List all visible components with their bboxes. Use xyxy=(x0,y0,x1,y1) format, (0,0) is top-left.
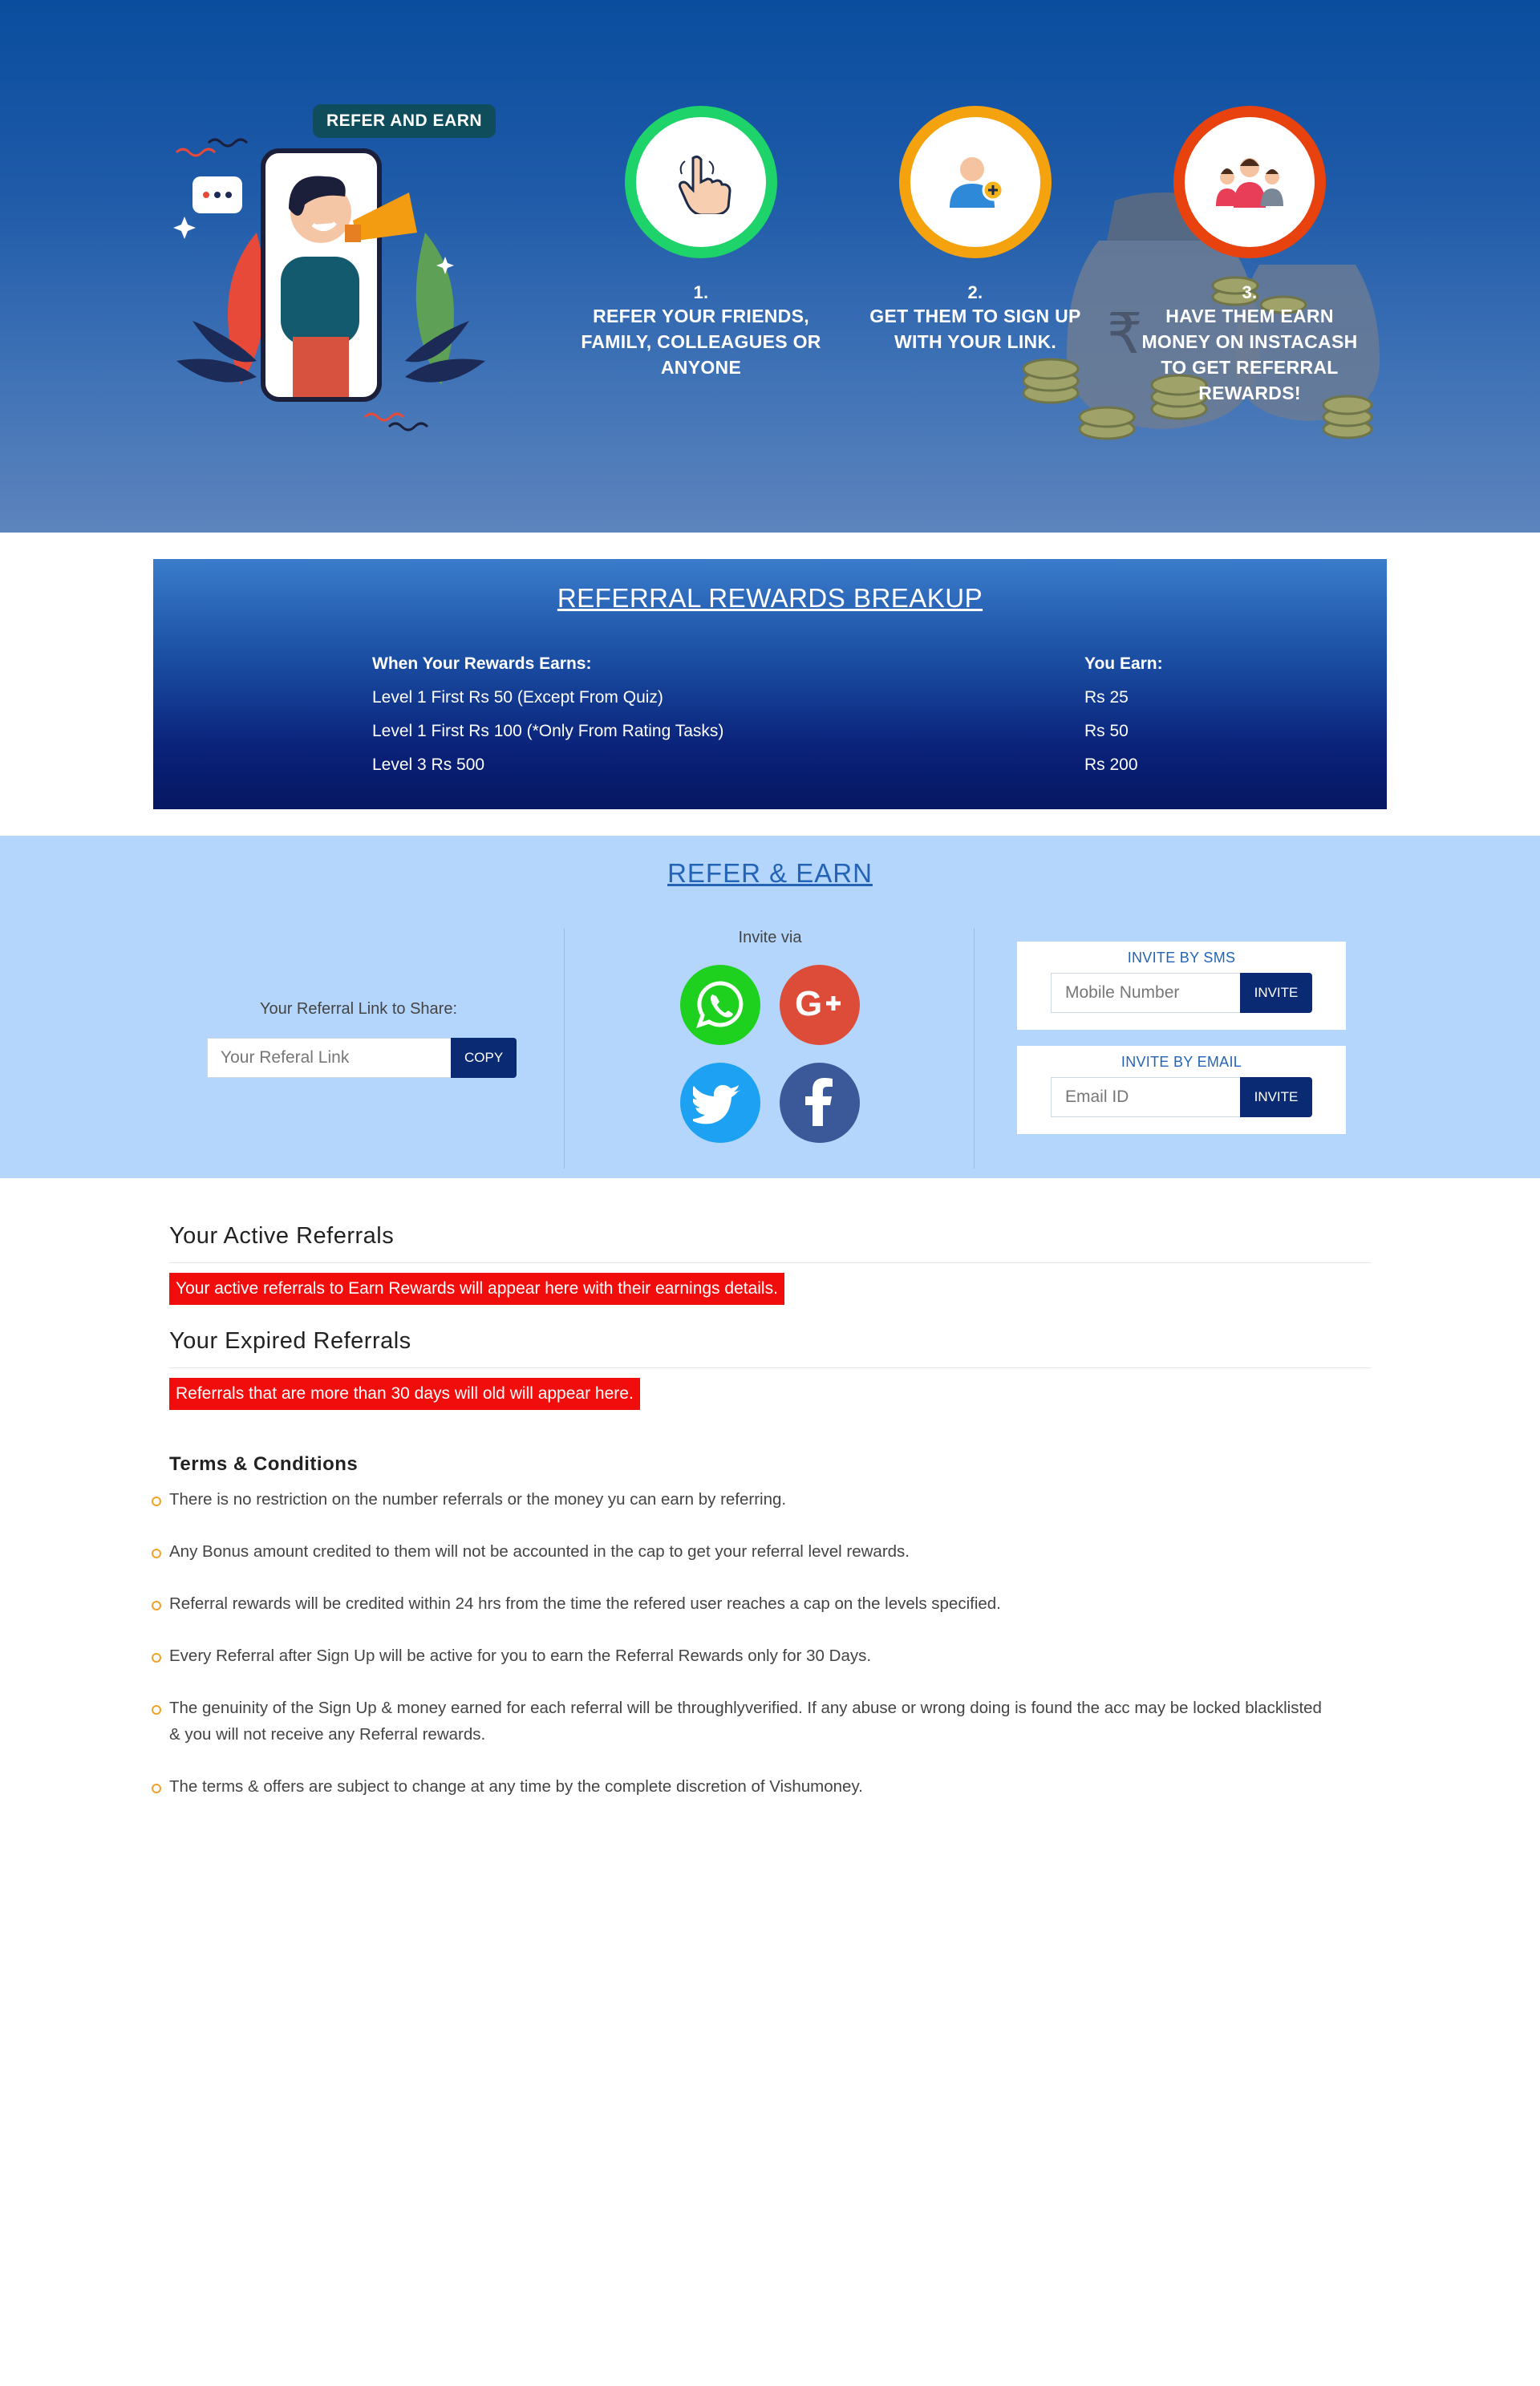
invite-email-row: INVITE xyxy=(1051,1077,1312,1117)
divider xyxy=(169,1367,1371,1368)
list-item: Every Referral after Sign Up will be act… xyxy=(152,1643,1324,1669)
group-icon xyxy=(1216,158,1283,208)
list-item: Any Bonus amount credited to them will n… xyxy=(152,1538,1324,1565)
row-earn: Rs 25 xyxy=(1084,688,1129,707)
table-row: Level 1 First Rs 100 (*Only From Rating … xyxy=(372,715,1163,748)
invite-via-label: Invite via xyxy=(738,929,802,946)
step-1-text: REFER YOUR FRIENDS, FAMILY, COLLEAGUES O… xyxy=(581,306,821,378)
table-header-row: When Your Rewards Earns: You Earn: xyxy=(372,647,1163,681)
twitter-button[interactable] xyxy=(680,1063,760,1143)
expired-referrals-note: Referrals that are more than 30 days wil… xyxy=(169,1378,640,1410)
step-3-circle xyxy=(1173,106,1326,258)
invite-sms-button[interactable]: INVITE xyxy=(1240,973,1312,1013)
facebook-icon xyxy=(805,1078,833,1126)
divider xyxy=(169,1262,1371,1263)
pointer-hand-icon xyxy=(679,155,732,214)
svg-text:G: G xyxy=(795,984,822,1023)
whatsapp-button[interactable] xyxy=(680,965,760,1045)
step-earn: 3. HAVE THEM EARN MONEY ON INSTACASH TO … xyxy=(1129,106,1370,406)
rewards-table: When Your Rewards Earns: You Earn: Level… xyxy=(372,647,1163,782)
step-1-circle xyxy=(625,106,777,258)
invite-sms-title: INVITE BY SMS xyxy=(1127,950,1236,966)
refer-and-earn-tag: REFER AND EARN xyxy=(313,104,496,138)
invite-email-button[interactable]: INVITE xyxy=(1240,1077,1312,1117)
add-user-icon xyxy=(950,157,1004,208)
referral-link-input[interactable] xyxy=(207,1038,451,1078)
step-2-text: GET THEM TO SIGN UP WITH YOUR LINK. xyxy=(869,306,1081,352)
referral-link-label: Your Referral Link to Share: xyxy=(259,1000,458,1018)
social-buttons: G xyxy=(674,965,866,1143)
invite-sms-row: INVITE xyxy=(1051,973,1312,1013)
terms-list: There is no restriction on the number re… xyxy=(152,1486,1324,1825)
terms-title: Terms & Conditions xyxy=(169,1453,359,1475)
step-signup: 2. GET THEM TO SIGN UP WITH YOUR LINK. xyxy=(855,106,1096,354)
whatsapp-icon xyxy=(696,981,744,1028)
active-referrals-title: Your Active Referrals xyxy=(169,1223,395,1249)
refer-earn-section: REFER & EARN Your Referral Link to Share… xyxy=(0,836,1540,1178)
rewards-breakup-panel: REFERRAL REWARDS BREAKUP When Your Rewar… xyxy=(153,559,1387,809)
step-2-circle xyxy=(899,106,1052,258)
refer-earn-title: REFER & EARN xyxy=(667,858,873,888)
hero-banner: REFER AND EARN ₹ 1. REFER YOUR FRIENDS, … xyxy=(0,0,1540,533)
row-condition: Level 3 Rs 500 xyxy=(372,755,485,774)
header-earn: You Earn: xyxy=(1084,654,1163,673)
divider xyxy=(564,928,565,1169)
row-earn: Rs 50 xyxy=(1084,722,1129,740)
header-condition: When Your Rewards Earns: xyxy=(372,654,592,673)
invite-email-card: INVITE BY EMAIL INVITE xyxy=(1017,1046,1346,1134)
referral-link-block: Your Referral Link to Share: COPY xyxy=(207,1000,517,1078)
referral-link-group: COPY xyxy=(207,1038,517,1078)
divider xyxy=(974,928,975,1169)
list-item: Referral rewards will be credited within… xyxy=(152,1590,1324,1617)
invite-sms-card: INVITE BY SMS INVITE xyxy=(1017,942,1346,1030)
twitter-icon xyxy=(693,1084,741,1124)
step-1-number: 1. xyxy=(693,282,709,302)
refer-illustration xyxy=(173,138,485,431)
row-earn: Rs 200 xyxy=(1084,755,1138,774)
google-plus-icon: G xyxy=(795,984,841,1023)
row-condition: Level 1 First Rs 100 (*Only From Rating … xyxy=(372,722,724,740)
mobile-number-input[interactable] xyxy=(1051,973,1240,1013)
step-3-text: HAVE THEM EARN MONEY ON INSTACASH TO GET… xyxy=(1141,306,1358,403)
facebook-button[interactable] xyxy=(780,1063,860,1143)
table-row: Level 1 First Rs 50 (Except From Quiz) R… xyxy=(372,681,1163,715)
active-referrals-note: Your active referrals to Earn Rewards wi… xyxy=(169,1273,784,1305)
step-refer: 1. REFER YOUR FRIENDS, FAMILY, COLLEAGUE… xyxy=(581,106,821,380)
list-item: The genuinity of the Sign Up & money ear… xyxy=(152,1695,1324,1748)
breakup-title: REFERRAL REWARDS BREAKUP xyxy=(557,583,983,613)
step-3-number: 3. xyxy=(1242,282,1258,302)
row-condition: Level 1 First Rs 50 (Except From Quiz) xyxy=(372,688,663,707)
expired-referrals-title: Your Expired Referrals xyxy=(169,1328,411,1354)
list-item: There is no restriction on the number re… xyxy=(152,1486,1324,1513)
step-2-number: 2. xyxy=(967,282,983,302)
table-row: Level 3 Rs 500 Rs 200 xyxy=(372,748,1163,782)
invite-via-block: Invite via G xyxy=(674,929,866,1143)
list-item: The terms & offers are subject to change… xyxy=(152,1773,1324,1800)
google-plus-button[interactable]: G xyxy=(780,965,860,1045)
email-id-input[interactable] xyxy=(1051,1077,1240,1117)
copy-button[interactable]: COPY xyxy=(451,1038,517,1078)
invite-email-title: INVITE BY EMAIL xyxy=(1121,1054,1242,1070)
